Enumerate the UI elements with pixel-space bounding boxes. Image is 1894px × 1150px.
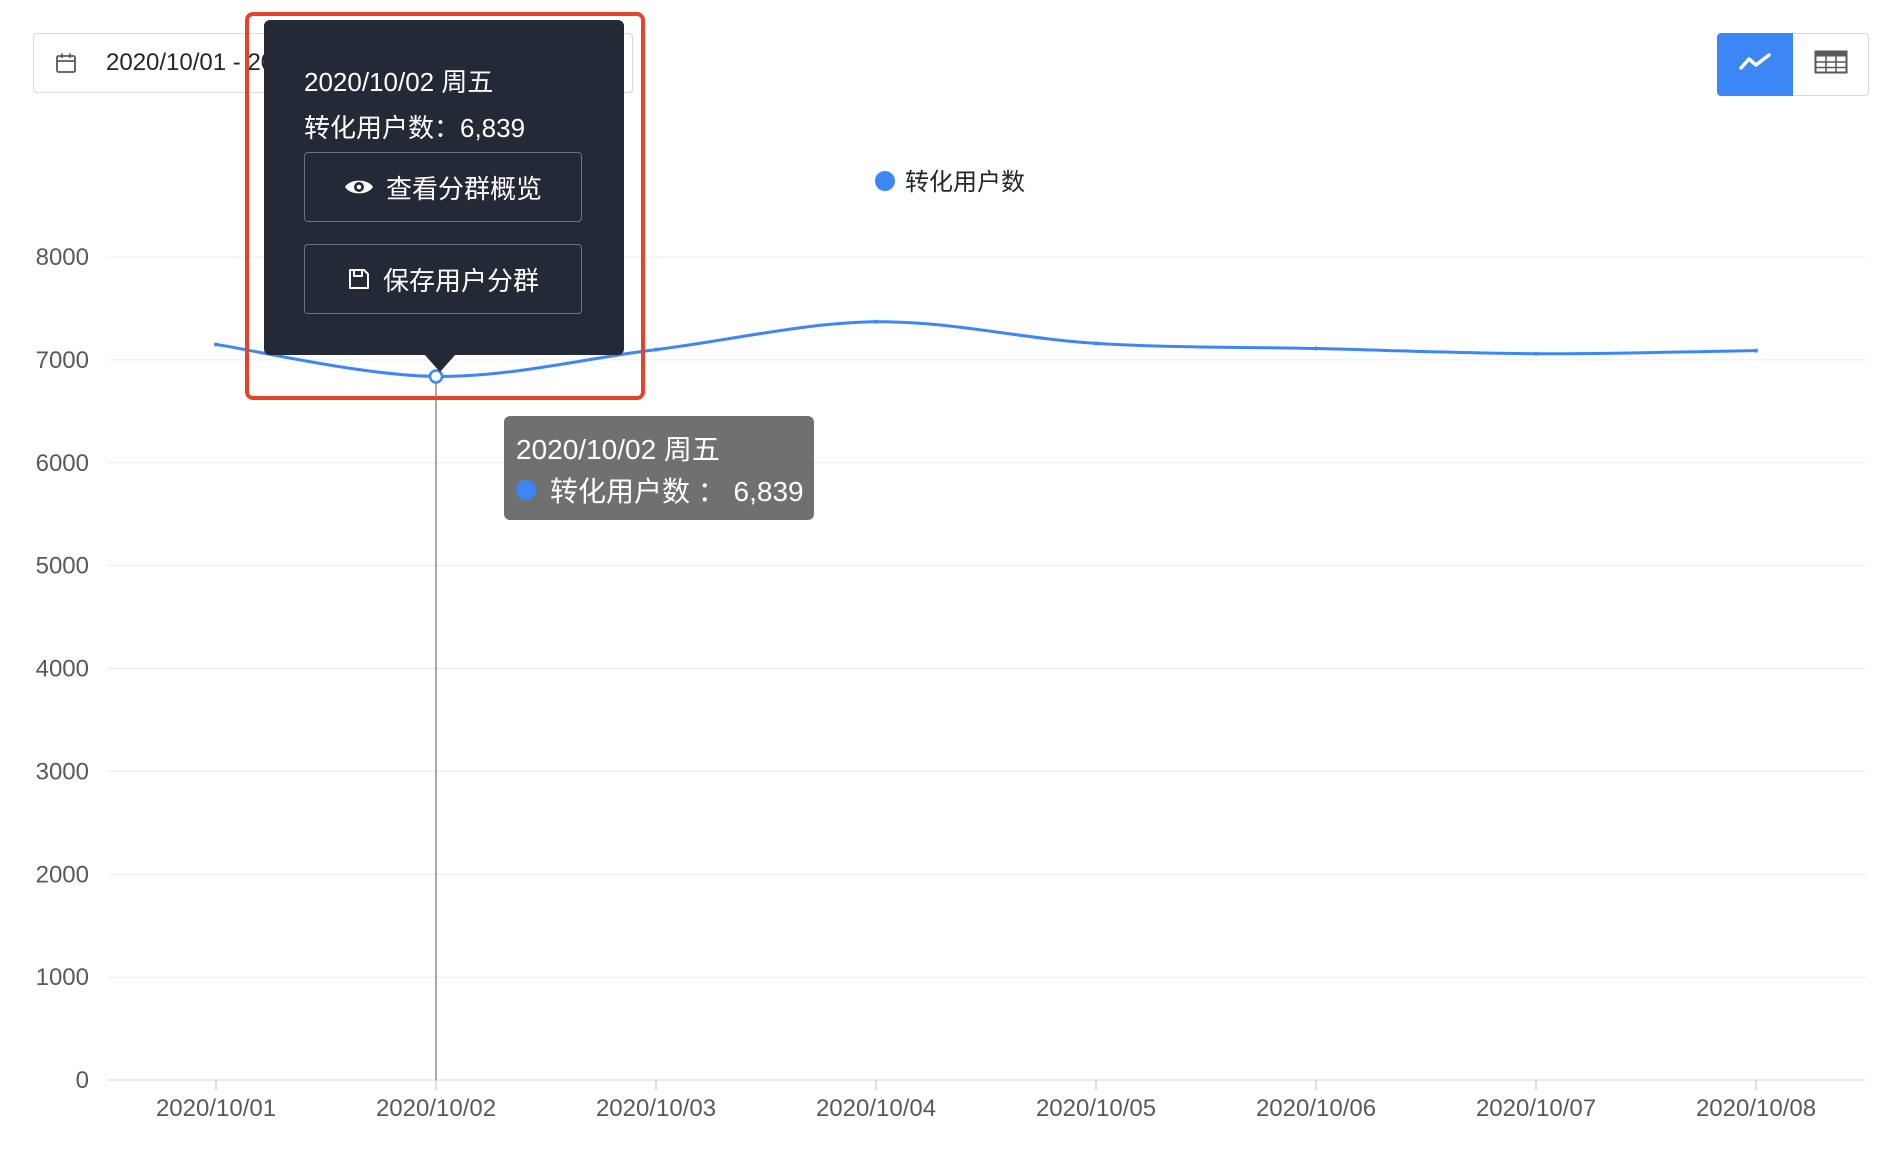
y-tick-label: 4000 <box>36 656 89 683</box>
popover-title: 2020/10/02 周五 <box>304 67 494 97</box>
data-point-2020/10/04 <box>874 319 878 324</box>
y-tick-label: 0 <box>76 1067 89 1094</box>
save-user-segment-button[interactable]: 保存用户分群 <box>304 244 582 314</box>
popover-metric: 转化用户数：6,839 <box>304 113 526 143</box>
view-segment-overview-label: 查看分群概览 <box>385 173 542 204</box>
tooltip-series-dot <box>516 480 536 500</box>
eye-icon <box>344 177 374 197</box>
chart-crosshair <box>428 369 444 1080</box>
hover-tooltip: 2020/10/02 周五 转化用户数 ： 6,839 <box>504 416 814 520</box>
legend-marker <box>875 171 895 191</box>
x-axis: 2020/10/01 2020/10/02 2020/10/03 2020/10/04… <box>156 1080 1816 1122</box>
tooltip-row-text: 转化用户数 ： 6,839 <box>550 476 804 507</box>
y-tick-label: 3000 <box>36 758 89 785</box>
data-point-2020/10/01 <box>214 342 218 347</box>
y-tick-label: 2000 <box>36 861 89 888</box>
data-point-2020/10/03 <box>654 347 658 352</box>
y-tick-label: 1000 <box>36 964 89 991</box>
x-tick-label: 2020/10/03 <box>596 1095 716 1122</box>
y-tick-label: 6000 <box>36 450 89 477</box>
x-tick-label: 2020/10/08 <box>1696 1095 1816 1122</box>
x-tick-label: 2020/10/05 <box>1036 1095 1156 1122</box>
x-tick-label: 2020/10/04 <box>816 1095 936 1122</box>
data-point-2020/10/05 <box>1094 341 1098 346</box>
data-point-2020/10/07 <box>1534 351 1538 356</box>
view-segment-overview-button[interactable]: 查看分群概览 <box>304 152 582 222</box>
x-tick-label: 2020/10/06 <box>1256 1095 1376 1122</box>
x-tick-label: 2020/10/01 <box>156 1095 276 1122</box>
tooltip-row: 转化用户数 ： 6,839 <box>516 470 804 510</box>
y-tick-label: 8000 <box>36 244 89 271</box>
data-point-2020/10/08 <box>1754 348 1758 353</box>
y-tick-label: 5000 <box>36 553 89 580</box>
legend-label: 转化用户数 <box>905 169 1025 196</box>
x-tick-label: 2020/10/07 <box>1476 1095 1596 1122</box>
chart-legend: 转化用户数 <box>875 169 1025 196</box>
save-icon <box>347 267 371 291</box>
datapoint-popover: 2020/10/02 周五 转化用户数：6,839 查看分群概览 保存用户分群 <box>264 20 624 355</box>
popover-arrow <box>424 354 456 372</box>
data-point-2020/10/06 <box>1314 346 1318 351</box>
tooltip-title: 2020/10/02 周五 <box>516 434 720 465</box>
y-tick-label: 7000 <box>36 347 89 374</box>
x-tick-label: 2020/10/02 <box>376 1095 496 1122</box>
save-user-segment-label: 保存用户分群 <box>382 265 539 296</box>
y-axis: 0 1000 2000 3000 4000 5000 6000 7000 8000 <box>36 244 89 1094</box>
